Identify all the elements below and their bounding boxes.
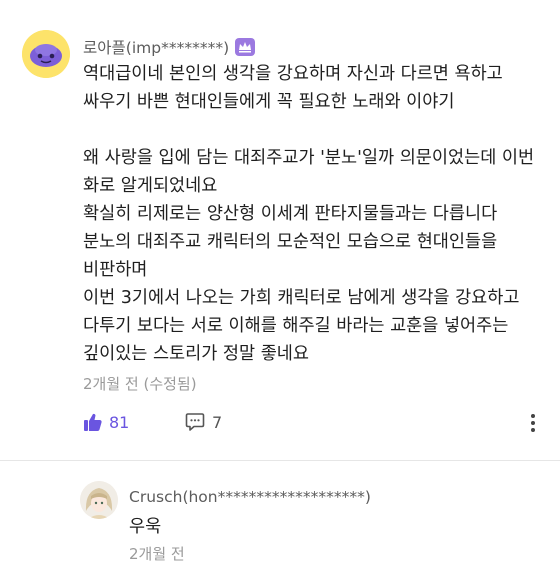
comment-line: 비판하며 <box>83 260 148 280</box>
speech-bubble-icon <box>185 413 205 431</box>
reply-avatar[interactable] <box>80 481 118 519</box>
more-options-button[interactable] <box>528 412 538 438</box>
author-name[interactable]: 로아플(imp********) <box>83 36 229 58</box>
comment-line: 싸우기 바쁜 현대인들에게 꼭 필요한 노래와 이야기 <box>83 92 455 112</box>
comment-line: 역대급이네 본인의 생각을 강요하며 자신과 다르면 욕하고 <box>83 64 503 84</box>
comment-line <box>83 116 543 144</box>
comment-author[interactable]: 로아플(imp********) <box>83 36 256 58</box>
reply-text: 우욱 <box>129 517 162 537</box>
reply-count: 7 <box>212 412 223 432</box>
comment-line: 다투기 보다는 서로 이해를 해주길 바라는 교훈을 넣어주는 <box>83 316 509 336</box>
more-vertical-icon <box>531 414 535 432</box>
comment-line: 분노의 대죄주교 캐릭터의 모순적인 모습으로 현대인들을 <box>83 232 498 252</box>
reply-button[interactable]: 7 <box>185 412 222 432</box>
comment-line: 깊이있는 스토리가 정말 좋네요 <box>83 344 309 364</box>
comment-line: 확실히 리제로는 양산형 이세계 판타지물들과는 다릅니다 <box>83 204 498 224</box>
thumbs-up-icon <box>84 413 102 431</box>
comment-line: 화로 알게되었네요 <box>83 176 218 196</box>
like-count: 81 <box>109 412 130 432</box>
avatar-face-icon <box>22 30 70 78</box>
crown-badge-icon <box>235 38 256 56</box>
comment-actions: 81 7 <box>83 412 538 438</box>
comment-timestamp: 2개월 전 (수정됨) <box>83 375 197 393</box>
comment-body: 역대급이네 본인의 생각을 강요하며 자신과 다르면 욕하고 싸우기 바쁜 현대… <box>83 60 543 368</box>
avatar[interactable] <box>22 30 70 78</box>
anime-character-avatar-icon <box>80 481 118 519</box>
reply-author-name[interactable]: Crusch(hon*******************) <box>129 488 371 506</box>
like-button[interactable]: 81 <box>83 412 129 432</box>
comment-line: 이번 3기에서 나오는 가희 캐릭터로 남에게 생각을 강요하고 <box>83 288 520 308</box>
divider <box>0 460 560 461</box>
reply-timestamp: 2개월 전 <box>129 545 185 563</box>
comment-line: 왜 사랑을 입에 담는 대죄주교가 '분노'일까 의문이었는데 이번 <box>83 148 535 168</box>
